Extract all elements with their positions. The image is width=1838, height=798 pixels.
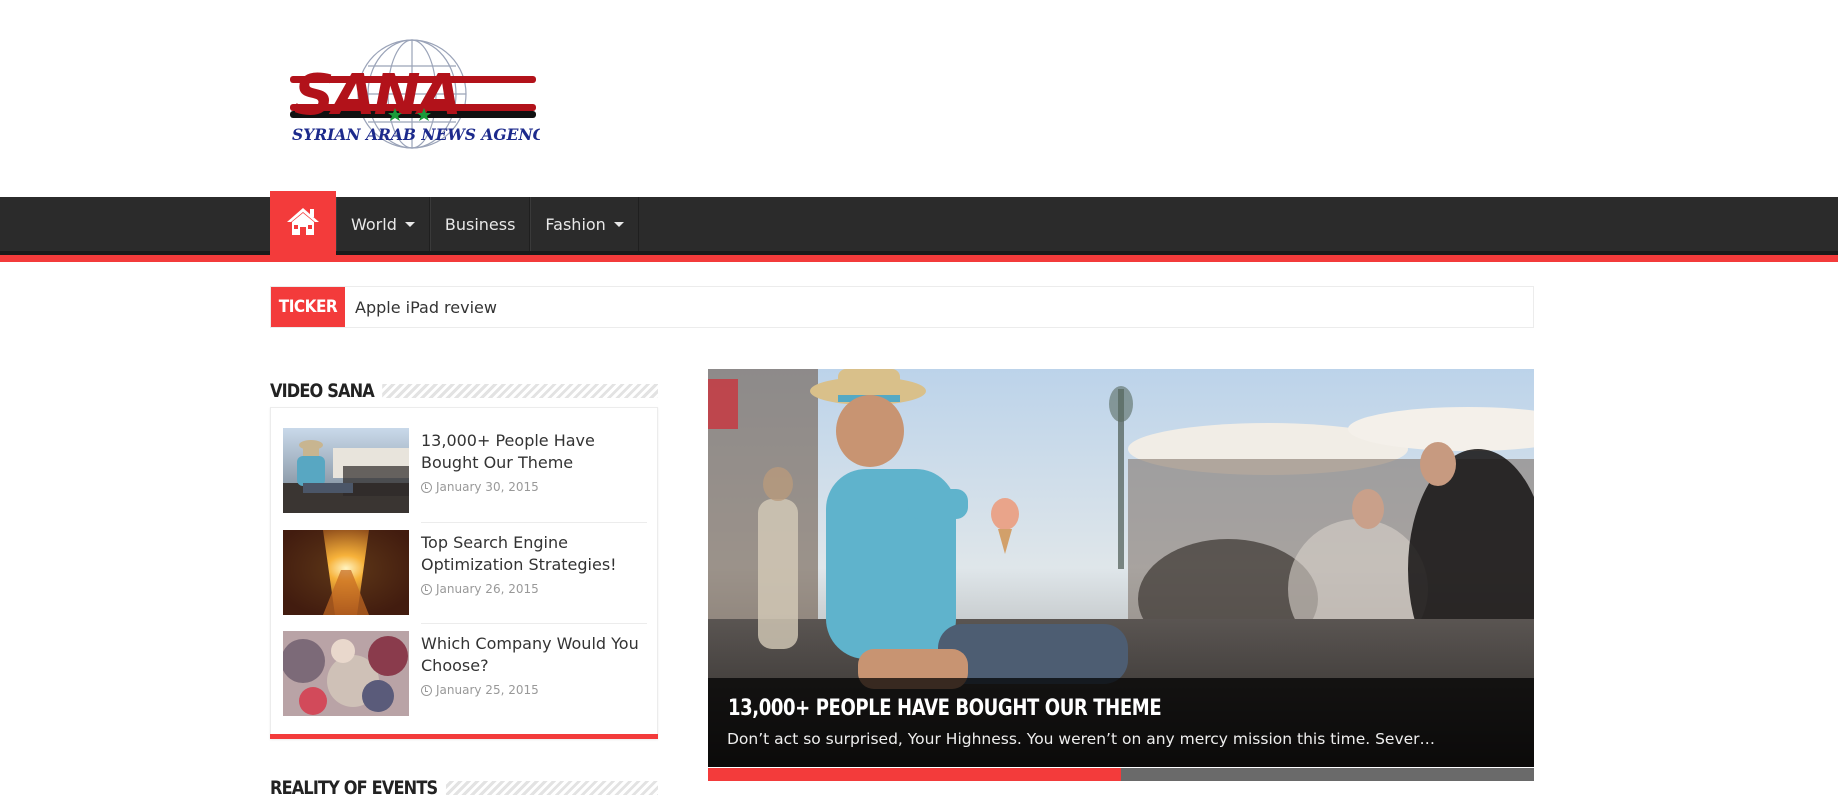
- caret-down-icon: [613, 221, 624, 227]
- video-widget-header: VIDEO SANA: [270, 378, 658, 404]
- site-logo[interactable]: SANA SYRIAN ARAB NEWS AGENCY: [288, 36, 540, 152]
- widget-bottom-accent: [270, 734, 658, 739]
- featured-slider[interactable]: 13,000+ PEOPLE HAVE BOUGHT OUR THEME Don…: [708, 369, 1534, 767]
- logo-tagline: SYRIAN ARAB NEWS AGENCY: [292, 125, 540, 144]
- post-date: January 26, 2015: [421, 582, 539, 596]
- reality-widget-title: REALITY OF EVENTS: [270, 777, 446, 798]
- nav-item-label: Business: [444, 214, 516, 234]
- nav-item-label: Fashion: [545, 214, 606, 234]
- ticker-label: TICKER: [271, 287, 345, 327]
- slider-caption: 13,000+ PEOPLE HAVE BOUGHT OUR THEME Don…: [708, 678, 1534, 767]
- home-button[interactable]: [270, 191, 336, 255]
- clock-icon: [421, 583, 432, 595]
- reality-widget-header: REALITY OF EVENTS: [270, 775, 658, 798]
- post-title-link[interactable]: Top Search Engine Optimization Strategie…: [421, 532, 647, 576]
- navbar-accent-bar: [0, 255, 1838, 262]
- post-title-link[interactable]: Which Company Would You Choose?: [421, 633, 647, 677]
- nav-item-business[interactable]: Business: [429, 197, 531, 251]
- video-widget-title: VIDEO SANA: [270, 380, 383, 402]
- post-date: January 25, 2015: [421, 683, 539, 697]
- list-item: Which Company Would You Choose? January …: [283, 631, 647, 719]
- post-date: January 30, 2015: [421, 480, 539, 494]
- post-thumbnail[interactable]: [283, 530, 409, 615]
- post-title-link[interactable]: 13,000+ People Have Bought Our Theme: [421, 430, 647, 474]
- nav-item-fashion[interactable]: Fashion: [530, 197, 639, 251]
- clock-icon: [421, 481, 432, 493]
- slider-excerpt: Don’t act so surprised, Your Highness. Y…: [727, 730, 1436, 748]
- nav-item-world[interactable]: World: [336, 197, 430, 251]
- list-item: 13,000+ People Have Bought Our Theme Jan…: [283, 428, 647, 516]
- post-thumbnail[interactable]: [283, 428, 409, 513]
- list-item: Top Search Engine Optimization Strategie…: [283, 530, 647, 618]
- title-stripes: [416, 781, 658, 795]
- nav-item-label: World: [351, 214, 397, 234]
- clock-icon: [421, 684, 432, 696]
- slider-progress-fill: [708, 768, 1121, 781]
- post-date-text: January 25, 2015: [436, 683, 539, 697]
- slider-title[interactable]: 13,000+ PEOPLE HAVE BOUGHT OUR THEME: [728, 696, 1162, 721]
- ticker-headline-link[interactable]: Apple iPad review: [355, 287, 497, 327]
- video-widget: 13,000+ People Have Bought Our Theme Jan…: [270, 407, 658, 739]
- title-stripes: [366, 384, 658, 398]
- post-date-text: January 26, 2015: [436, 582, 539, 596]
- caret-down-icon: [404, 221, 415, 227]
- nav-menu: World Business Fashion: [336, 197, 639, 251]
- home-icon: [286, 206, 320, 240]
- news-ticker: TICKER Apple iPad review: [270, 286, 1534, 328]
- post-date-text: January 30, 2015: [436, 480, 539, 494]
- post-thumbnail[interactable]: [283, 631, 409, 716]
- divider: [421, 522, 647, 523]
- divider: [421, 623, 647, 624]
- logo-wordmark: SANA: [294, 63, 460, 128]
- slider-progress-bar[interactable]: [708, 768, 1534, 781]
